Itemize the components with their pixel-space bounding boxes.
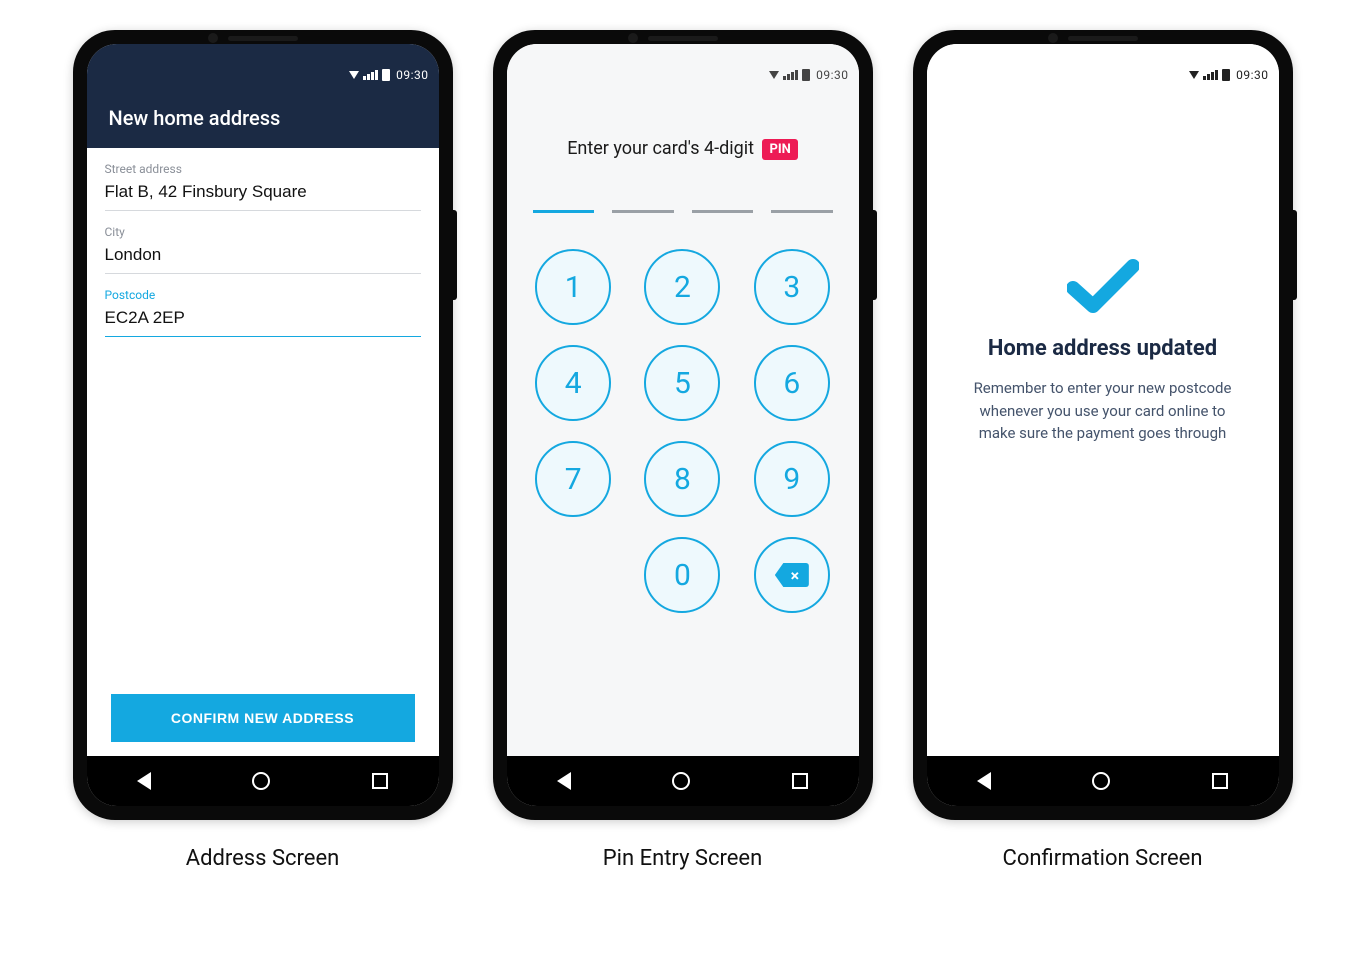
nav-back-icon[interactable] <box>137 772 151 790</box>
phone-frame-confirmation: 09:30 Home address updated Remember to e… <box>913 30 1293 820</box>
pin-badge: PIN <box>762 139 797 160</box>
pin-slot-2 <box>612 210 674 213</box>
keypad-9[interactable]: 9 <box>754 441 830 517</box>
nav-recents-icon[interactable] <box>372 773 388 789</box>
pin-prompt: Enter your card's 4-digit PIN <box>533 138 833 160</box>
keypad-1[interactable]: 1 <box>535 249 611 325</box>
confirmation-title: Home address updated <box>988 336 1217 361</box>
wifi-icon <box>1189 71 1199 79</box>
field-postcode: Postcode <box>105 288 421 337</box>
appbar-title: New home address <box>109 106 281 130</box>
field-street: Street address <box>105 162 421 211</box>
pin-slot-1 <box>533 210 595 213</box>
android-navbar <box>507 756 859 806</box>
keypad-4[interactable]: 4 <box>535 345 611 421</box>
signal-icon <box>1203 70 1218 80</box>
status-clock: 09:30 <box>816 68 848 82</box>
status-clock: 09:30 <box>1236 68 1268 82</box>
nav-recents-icon[interactable] <box>1212 773 1228 789</box>
nav-back-icon[interactable] <box>557 772 571 790</box>
keypad-2[interactable]: 2 <box>644 249 720 325</box>
wifi-icon <box>769 71 779 79</box>
android-navbar <box>87 756 439 806</box>
street-label: Street address <box>105 162 421 176</box>
pin-slots <box>533 210 833 213</box>
caption-address: Address Screen <box>186 846 340 871</box>
nav-home-icon[interactable] <box>252 772 270 790</box>
status-clock: 09:30 <box>396 68 428 82</box>
status-bar: 09:30 <box>507 62 859 88</box>
status-bar: 09:30 <box>87 62 439 88</box>
signal-icon <box>363 70 378 80</box>
battery-icon <box>1222 69 1230 81</box>
confirmation-body: Remember to enter your new postcode when… <box>961 377 1245 445</box>
caption-pin: Pin Entry Screen <box>603 846 763 871</box>
nav-home-icon[interactable] <box>1092 772 1110 790</box>
field-city: City <box>105 225 421 274</box>
battery-icon <box>382 69 390 81</box>
phone-frame-pin: 09:30 Enter your card's 4-digit PIN <box>493 30 873 820</box>
pin-slot-3 <box>692 210 754 213</box>
caption-confirmation: Confirmation Screen <box>1003 846 1203 871</box>
pin-keypad: 1 2 3 4 5 6 7 8 9 0 <box>533 249 833 613</box>
backspace-icon <box>775 563 809 587</box>
keypad-backspace[interactable] <box>754 537 830 613</box>
keypad-8[interactable]: 8 <box>644 441 720 517</box>
nav-home-icon[interactable] <box>672 772 690 790</box>
wifi-icon <box>349 71 359 79</box>
keypad-0[interactable]: 0 <box>644 537 720 613</box>
phone-frame-address: 09:30 New home address Street address Ci… <box>73 30 453 820</box>
nav-back-icon[interactable] <box>977 772 991 790</box>
keypad-blank <box>535 537 611 613</box>
keypad-7[interactable]: 7 <box>535 441 611 517</box>
battery-icon <box>802 69 810 81</box>
confirm-address-button[interactable]: CONFIRM NEW ADDRESS <box>111 694 415 742</box>
city-input[interactable] <box>105 241 421 274</box>
android-navbar <box>927 756 1279 806</box>
appbar: New home address <box>87 88 439 148</box>
keypad-5[interactable]: 5 <box>644 345 720 421</box>
nav-recents-icon[interactable] <box>792 773 808 789</box>
postcode-input[interactable] <box>105 304 421 337</box>
keypad-6[interactable]: 6 <box>754 345 830 421</box>
street-input[interactable] <box>105 178 421 211</box>
postcode-label: Postcode <box>105 288 421 302</box>
status-bar: 09:30 <box>927 62 1279 88</box>
pin-slot-4 <box>771 210 833 213</box>
signal-icon <box>783 70 798 80</box>
check-icon <box>1067 258 1139 314</box>
keypad-3[interactable]: 3 <box>754 249 830 325</box>
pin-prompt-text: Enter your card's 4-digit <box>567 138 754 159</box>
city-label: City <box>105 225 421 239</box>
